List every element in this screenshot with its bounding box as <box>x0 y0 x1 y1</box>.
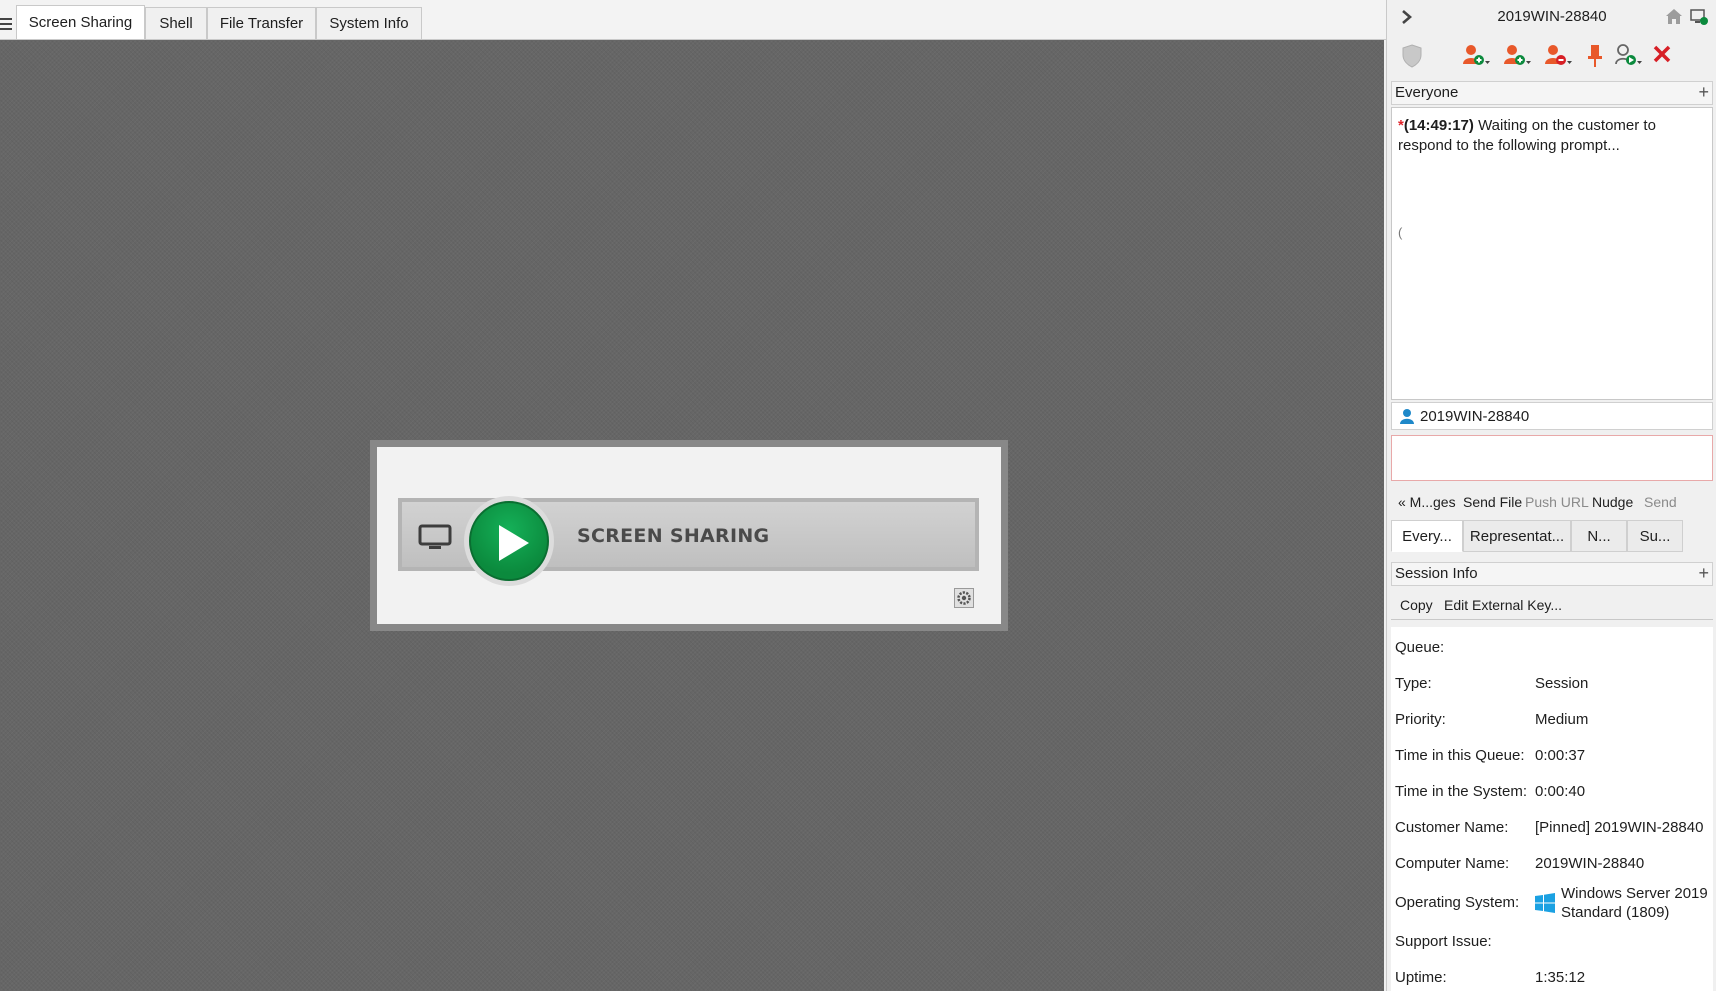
transfer-icon[interactable] <box>1614 44 1644 68</box>
invite-user-icon[interactable] <box>1503 44 1533 68</box>
play-icon <box>499 525 529 561</box>
chat-section-title: Everyone <box>1395 84 1459 101</box>
tab-file-transfer[interactable]: File Transfer <box>207 7 316 40</box>
send-file-button[interactable]: Send File <box>1463 494 1522 510</box>
play-button[interactable] <box>469 501 549 581</box>
chat-section-header: Everyone + <box>1391 81 1713 105</box>
tab-bar: Screen Sharing Shell File Transfer Syste… <box>0 0 1386 40</box>
chat-log: *(14:49:17) Waiting on the customer to r… <box>1391 107 1713 400</box>
os-value: Windows Server 2019 Standard (1809) <box>1561 885 1708 921</box>
session-info-header: Session Info + <box>1391 562 1713 586</box>
push-url-button[interactable]: Push URL <box>1525 494 1589 510</box>
expand-plus-icon[interactable]: + <box>1698 563 1709 584</box>
remove-user-icon[interactable] <box>1544 44 1574 68</box>
session-toolbar <box>1387 38 1716 76</box>
panel-header: 2019WIN-28840 <box>1387 0 1716 34</box>
screen-sharing-panel: SCREEN SHARING <box>377 447 1001 624</box>
settings-gear-icon[interactable] <box>954 588 974 608</box>
close-session-icon[interactable] <box>1652 44 1672 64</box>
message-time: (14:49:17) <box>1403 117 1474 134</box>
session-side-panel: 2019WIN-28840 Everyone + *(14:49:17) Wai… <box>1386 0 1716 991</box>
session-info-table: Queue: Type: Session Priority: Medium Time… <box>1391 627 1713 991</box>
play-button-ring <box>464 496 554 586</box>
tab-su[interactable]: Su... <box>1627 520 1683 552</box>
tab-screen-sharing[interactable]: Screen Sharing <box>16 5 145 40</box>
screen-sharing-label: SCREEN SHARING <box>577 525 770 547</box>
nudge-button[interactable]: Nudge <box>1592 494 1633 510</box>
tab-system-info[interactable]: System Info <box>316 7 422 40</box>
chat-actions: « M...ges Send File Push URL Nudge Send <box>1391 490 1713 514</box>
pin-icon[interactable] <box>1587 44 1603 68</box>
recipient-name: 2019WIN-28840 <box>1420 408 1530 425</box>
send-button[interactable]: Send <box>1644 494 1677 510</box>
add-user-icon[interactable] <box>1462 44 1492 68</box>
shield-icon <box>1402 44 1422 68</box>
chat-audience-tabs: Every... Representat... N... Su... <box>1391 520 1713 552</box>
home-icon[interactable] <box>1665 8 1683 25</box>
tab-representatives[interactable]: Representat... <box>1463 520 1571 552</box>
user-icon <box>1400 409 1414 424</box>
chat-cursor-glyph: ( <box>1398 225 1403 240</box>
screen-sharing-canvas: SCREEN SHARING <box>0 40 1384 991</box>
chat-message-input[interactable] <box>1391 435 1713 481</box>
monitor-icon <box>418 524 452 549</box>
start-screen-sharing-bar[interactable]: SCREEN SHARING <box>398 496 979 586</box>
tab-shell[interactable]: Shell <box>145 7 207 40</box>
session-info-actions: Copy Edit External Key... <box>1391 594 1713 620</box>
screen-share-icon[interactable] <box>1690 8 1708 26</box>
copy-button[interactable]: Copy <box>1400 597 1433 613</box>
messages-toggle-button[interactable]: « M...ges <box>1398 494 1456 510</box>
session-info-title: Session Info <box>1395 565 1478 582</box>
screen-sharing-box: SCREEN SHARING <box>370 440 1008 631</box>
edit-external-key-button[interactable]: Edit External Key... <box>1444 597 1562 613</box>
tab-everyone[interactable]: Every... <box>1391 520 1463 552</box>
chat-message: *(14:49:17) Waiting on the customer to r… <box>1398 116 1706 156</box>
windows-logo-icon <box>1535 893 1555 913</box>
tab-n[interactable]: N... <box>1571 520 1627 552</box>
hamburger-menu-icon[interactable] <box>0 18 12 32</box>
chat-recipient[interactable]: 2019WIN-28840 <box>1391 402 1713 430</box>
expand-plus-icon[interactable]: + <box>1698 82 1709 103</box>
